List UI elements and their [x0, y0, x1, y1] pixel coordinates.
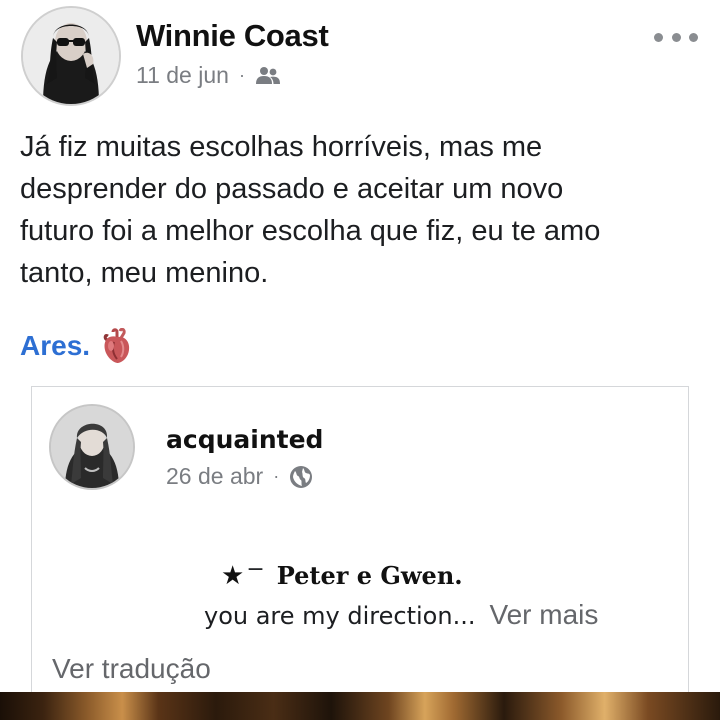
more-dot	[689, 32, 698, 42]
post-text-line: tanto, meu menino.	[20, 257, 269, 289]
preview-ellipsis: ...	[452, 602, 476, 630]
meta-separator: ·	[273, 466, 280, 486]
shared-title-text: Peter e Gwen.	[276, 561, 463, 590]
shared-author-avatar[interactable]	[49, 404, 135, 490]
shared-post-meta: 26 de abr ·	[166, 463, 313, 490]
see-more-link[interactable]: Ver mais	[489, 599, 598, 631]
star-glyph: ★	[221, 561, 245, 591]
post-text-line: desprender do passado e aceitar um novo	[20, 173, 564, 205]
mention-row: Ares.	[20, 328, 132, 364]
author-avatar[interactable]	[21, 6, 121, 106]
post-text-line: Já fiz muitas escolhas horríveis, mas me	[20, 131, 543, 163]
more-dot	[671, 32, 681, 42]
post-text-line: futuro foi a melhor escolha que fiz, eu …	[20, 215, 601, 247]
shared-post-date[interactable]: 26 de abr	[166, 463, 263, 490]
shared-author-name[interactable]: acquainted	[166, 425, 323, 454]
anatomical-heart-icon	[102, 328, 132, 364]
shared-post-card[interactable]: acquainted 26 de abr · ★ − Peter e Gwen.…	[31, 386, 689, 706]
meta-separator: ·	[238, 65, 245, 85]
shared-preview-text: you are my direction	[204, 602, 453, 630]
more-options-icon[interactable]	[654, 22, 698, 52]
globe-icon[interactable]	[289, 465, 313, 489]
post-date[interactable]: 11 de jun	[136, 62, 229, 89]
post-meta: 11 de jun ·	[136, 62, 281, 89]
friends-icon[interactable]	[255, 66, 281, 86]
post-image[interactable]	[0, 692, 720, 720]
shared-post-preview: you are my direction ... Ver mais	[204, 599, 598, 631]
post-text: Já fiz muitas escolhas horríveis, mas me…	[20, 126, 710, 294]
title-dash: −	[246, 557, 265, 582]
more-dot	[654, 32, 663, 42]
shared-post-title: ★ − Peter e Gwen.	[221, 557, 463, 591]
mention-link[interactable]: Ares.	[20, 330, 90, 362]
post-author-name[interactable]: Winnie Coast	[136, 18, 329, 54]
see-translation-link[interactable]: Ver tradução	[52, 653, 211, 685]
